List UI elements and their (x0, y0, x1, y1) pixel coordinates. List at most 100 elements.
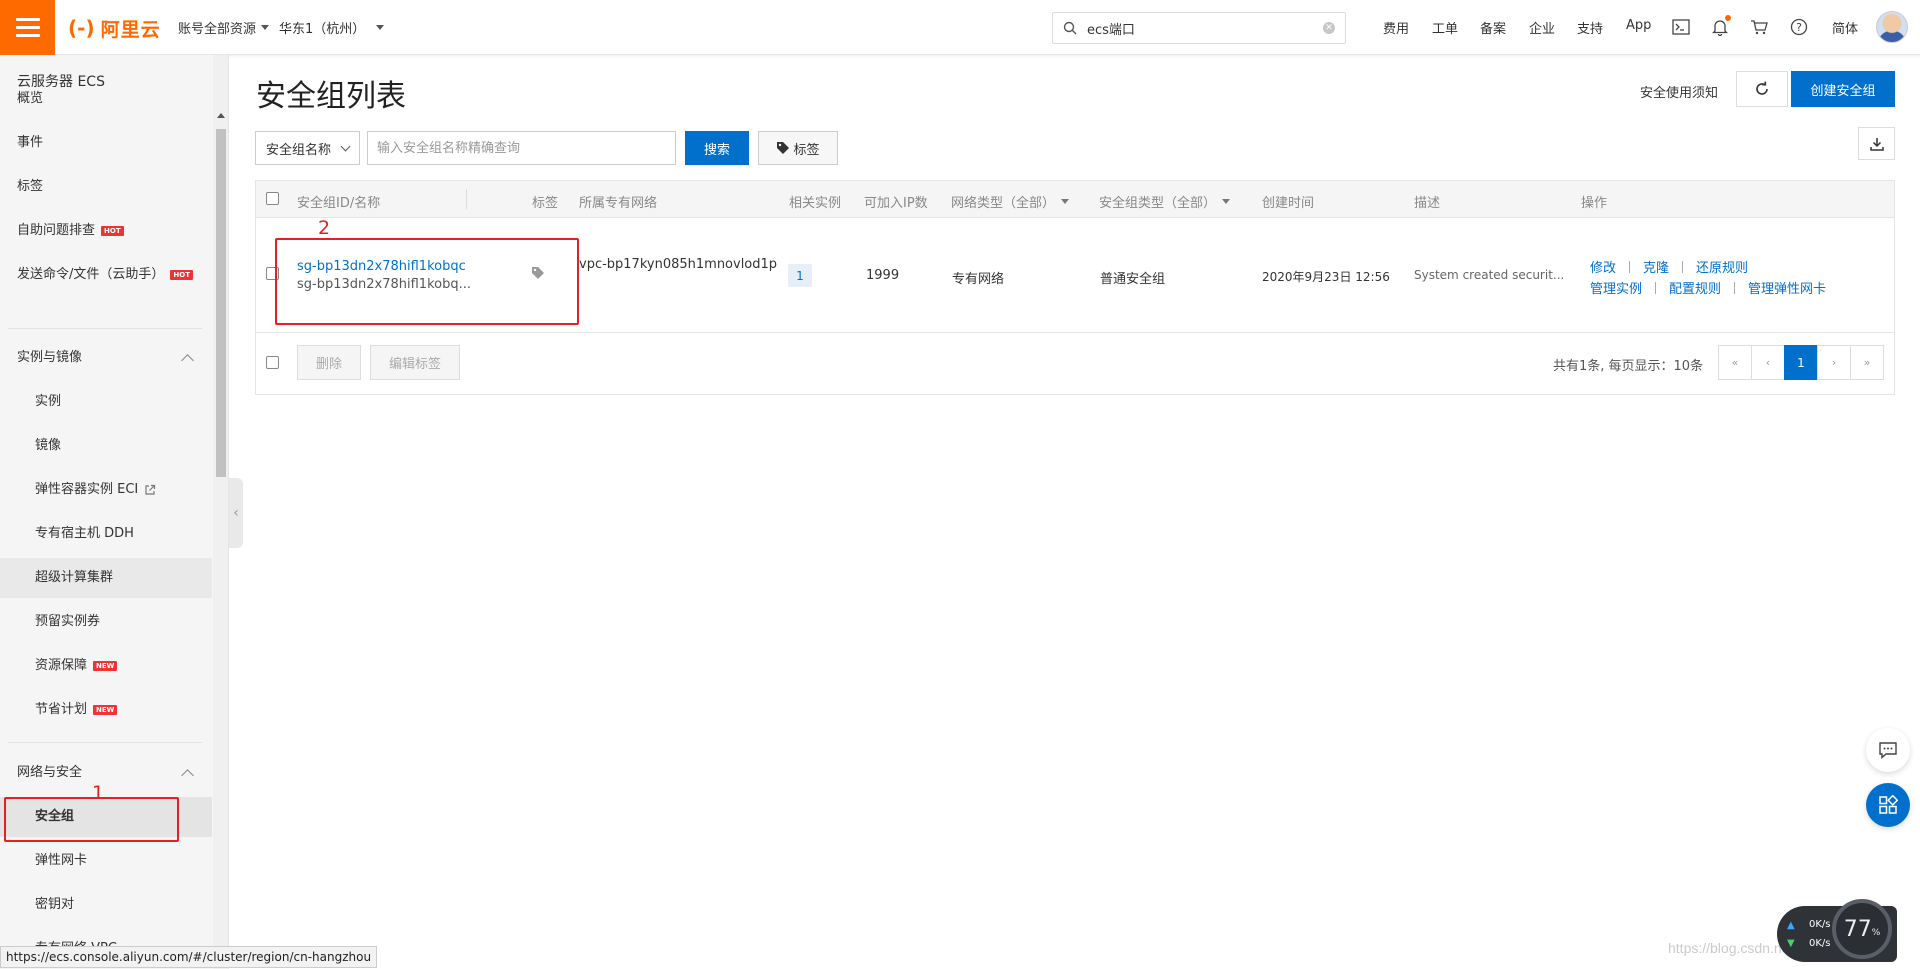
column-header-vpc: 所属专有网络 (579, 196, 658, 211)
caret-down-icon (1061, 199, 1070, 204)
column-header-tags: 标签 (532, 196, 559, 211)
sidebar-item-resource-assurance[interactable]: 资源保障 NEW (0, 646, 212, 686)
sidebar-item-eci[interactable]: 弹性容器实例 ECI (0, 470, 212, 510)
sidebar-scrollbar[interactable] (213, 55, 228, 969)
search-button[interactable]: 搜索 (685, 131, 749, 165)
sidebar-item-key-pairs[interactable]: 密钥对 (0, 885, 212, 925)
sidebar-collapse-handle[interactable]: ‹ (229, 478, 243, 548)
sidebar-group-instances-images[interactable]: 实例与镜像 (0, 338, 212, 378)
sidebar-item-ddh[interactable]: 专有宿主机 DDH (0, 514, 212, 554)
aliyun-logo[interactable]: (-) 阿里云 (68, 14, 161, 42)
manage-instances-action-link[interactable]: 管理实例 (1590, 282, 1642, 297)
cpu-usage-widget[interactable]: 77% (1832, 899, 1892, 959)
modify-action-link[interactable]: 修改 (1590, 261, 1616, 276)
scrollbar-thumb[interactable] (216, 129, 226, 477)
notification-bell-icon[interactable] (1710, 15, 1731, 37)
search-field-value: 安全组名称 (266, 142, 332, 158)
first-page-button[interactable]: « (1718, 345, 1752, 380)
region-dropdown[interactable]: 华东1（杭州） (279, 18, 385, 37)
sidebar-item-label: 密钥对 (35, 897, 75, 912)
available-ip-count: 1999 (866, 268, 900, 283)
sidebar-item-cloud-assistant[interactable]: 发送命令/文件（云助手） HOT (0, 255, 212, 295)
nav-icp-link[interactable]: 备案 (1480, 18, 1506, 37)
sidebar-group-network-security[interactable]: 网络与安全 (0, 753, 212, 793)
divider (1655, 282, 1657, 294)
configure-rules-action-link[interactable]: 配置规则 (1669, 282, 1721, 297)
sidebar-item-scc[interactable]: 超级计算集群 (0, 558, 212, 598)
region-label: 华东1（杭州） (279, 22, 366, 37)
language-switch[interactable]: 简体 (1832, 18, 1858, 37)
quick-apps-button[interactable] (1866, 783, 1910, 827)
download-button[interactable] (1858, 127, 1895, 160)
external-link-icon (145, 484, 156, 495)
manage-eni-action-link[interactable]: 管理弹性网卡 (1748, 282, 1826, 297)
sidebar-item-label: 资源保障 (35, 658, 88, 673)
column-header-sg-type[interactable]: 安全组类型（全部） (1099, 192, 1231, 211)
sidebar-item-label: 弹性网卡 (35, 853, 88, 868)
status-bar-url: https://ecs.console.aliyun.com/#/cluster… (0, 946, 378, 968)
security-group-name-search-input[interactable] (367, 131, 676, 165)
description-value: System created securit... (1414, 268, 1565, 282)
pagination-summary: 共有1条, 每页显示：10条 (1553, 359, 1704, 374)
divider (1734, 282, 1736, 294)
clear-search-icon[interactable]: ✕ (1323, 22, 1335, 34)
global-search-value: ecs端口 (1087, 22, 1135, 38)
prev-page-button[interactable]: ‹ (1751, 345, 1785, 380)
search-field-select[interactable]: 安全组名称 (255, 131, 360, 165)
hamburger-menu-button[interactable] (0, 0, 55, 55)
cart-icon[interactable] (1749, 17, 1769, 37)
nav-ticket-link[interactable]: 工单 (1432, 18, 1458, 37)
account-scope-label: 账号全部资源 (178, 22, 257, 37)
chat-feedback-button[interactable] (1866, 728, 1910, 772)
security-notice-link[interactable]: 安全使用须知 (1640, 82, 1718, 101)
terminal-icon[interactable] (1671, 17, 1691, 37)
annotation-box-2 (275, 238, 579, 325)
tag-filter-button[interactable]: 标签 (758, 131, 838, 165)
sidebar-item-label: 镜像 (35, 438, 62, 453)
scroll-up-arrow-icon[interactable] (217, 113, 225, 118)
sidebar-item-self-diagnosis[interactable]: 自助问题排查 HOT (0, 211, 212, 251)
global-search-box[interactable]: ecs端口 ✕ (1052, 12, 1346, 44)
sidebar-item-tags[interactable]: 标签 (0, 167, 212, 207)
select-all-checkbox[interactable] (266, 192, 279, 205)
sidebar-item-eni[interactable]: 弹性网卡 (0, 841, 212, 881)
sidebar-item-images[interactable]: 镜像 (0, 426, 212, 466)
edit-tags-button[interactable]: 编辑标签 (370, 345, 460, 380)
delete-button[interactable]: 删除 (297, 345, 361, 380)
column-header-network-type[interactable]: 网络类型（全部） (951, 192, 1070, 211)
page-1-button[interactable]: 1 (1784, 345, 1818, 380)
sg-type-value: 普通安全组 (1100, 272, 1166, 287)
help-icon[interactable]: ? (1789, 17, 1809, 37)
cpu-usage-unit: % (1871, 928, 1881, 938)
chevron-up-icon (181, 354, 194, 367)
create-security-group-button[interactable]: 创建安全组 (1791, 71, 1895, 107)
last-page-button[interactable]: » (1850, 345, 1884, 380)
sidebar-item-label: 弹性容器实例 ECI (35, 482, 139, 497)
refresh-button[interactable] (1736, 71, 1788, 107)
sidebar-item-label: 节省计划 (35, 702, 88, 717)
sidebar-divider (8, 742, 202, 743)
user-avatar[interactable] (1876, 11, 1908, 43)
restore-rules-action-link[interactable]: 还原规则 (1696, 261, 1748, 276)
next-page-button[interactable]: › (1817, 345, 1851, 380)
related-instances-count[interactable]: 1 (788, 264, 812, 287)
footer-select-all-checkbox[interactable] (266, 356, 279, 369)
clone-action-link[interactable]: 克隆 (1643, 261, 1669, 276)
nav-support-link[interactable]: 支持 (1577, 18, 1603, 37)
sidebar-item-reserved-instances[interactable]: 预留实例券 (0, 602, 212, 642)
hot-badge: HOT (170, 270, 193, 280)
vpc-id: vpc-bp17kyn085h1mnovlod1p (579, 257, 778, 272)
sidebar-item-savings-plan[interactable]: 节省计划 NEW (0, 690, 212, 730)
nav-enterprise-link[interactable]: 企业 (1529, 18, 1555, 37)
caret-down-icon (376, 25, 385, 30)
column-header-instances: 相关实例 (789, 196, 842, 211)
sidebar-item-overview[interactable]: 概览 (0, 79, 212, 119)
sidebar-item-instances[interactable]: 实例 (0, 382, 212, 422)
account-scope-dropdown[interactable]: 账号全部资源 (178, 18, 270, 37)
nav-fees-link[interactable]: 费用 (1383, 18, 1409, 37)
sidebar-item-events[interactable]: 事件 (0, 123, 212, 163)
nav-app-link[interactable]: App (1626, 18, 1651, 33)
sidebar-item-label: 概览 (17, 91, 44, 106)
new-badge: NEW (93, 705, 118, 715)
sidebar-group-label: 网络与安全 (17, 765, 83, 780)
